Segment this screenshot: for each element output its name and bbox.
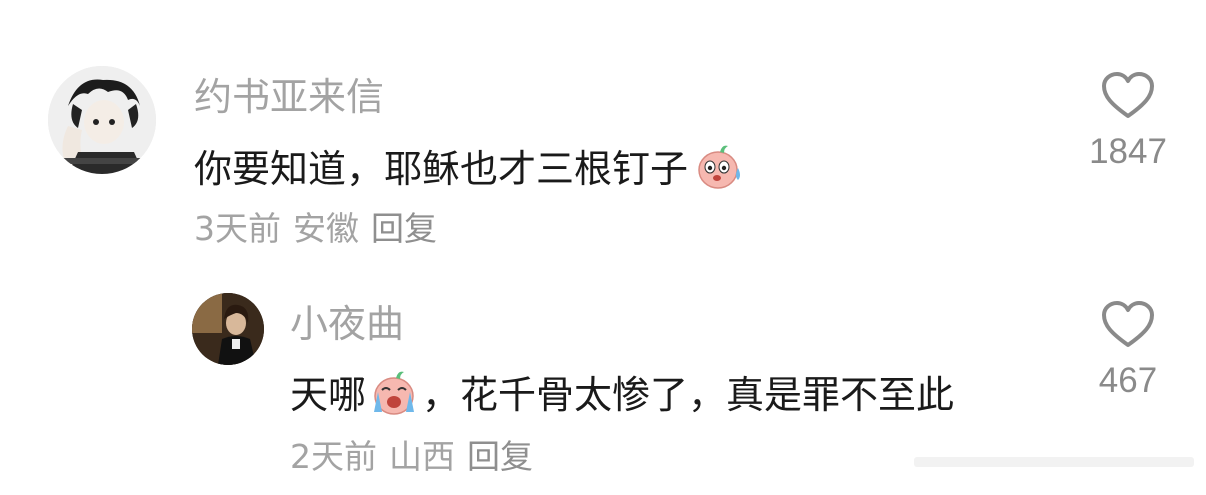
like-button[interactable]: 1847 [1088,72,1168,169]
crying-face-icon [368,366,420,424]
comment-text-part: 你要知道，耶稣也才三根钉子 [194,147,689,191]
comment-time: 3天前 [194,209,281,248]
comment-location: 山西 [389,437,455,476]
like-count: 1847 [1089,132,1167,171]
reply-button[interactable]: 回复 [467,440,533,473]
comment-meta: 3天前 安徽 回复 [194,212,437,245]
like-button[interactable]: 467 [1088,301,1168,398]
comment-text: 天哪 ，花千骨太惨了，真是罪不至此 [290,366,954,424]
avatar[interactable] [48,66,156,174]
comment-text-part: 天哪 [290,373,367,417]
like-count: 467 [1098,361,1158,400]
username[interactable]: 小夜曲 [290,305,404,343]
avatar[interactable] [192,293,264,365]
comment-text: 你要知道，耶稣也才三根钉子 [194,140,746,198]
reply-button[interactable]: 回复 [371,212,437,245]
watermark [914,451,1194,477]
username[interactable]: 约书亚来信 [194,78,384,116]
comment-text-part: ，花千骨太惨了，真是罪不至此 [422,373,955,417]
comment-meta: 2天前 山西 回复 [290,440,533,473]
comment-time: 2天前 [290,437,377,476]
heart-icon [1102,72,1154,118]
heart-icon [1102,301,1154,347]
sweating-face-icon [694,140,746,198]
comment-location: 安徽 [293,209,359,248]
